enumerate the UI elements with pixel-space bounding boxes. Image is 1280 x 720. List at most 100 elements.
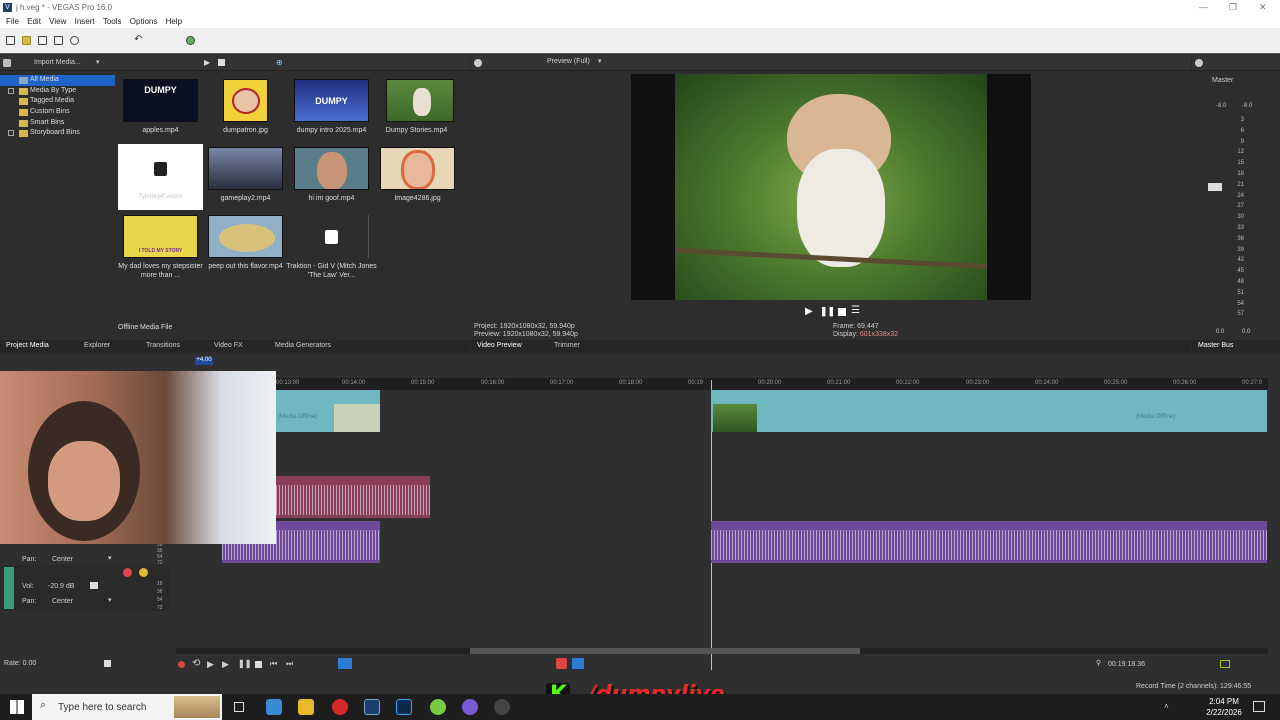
master-scale-tick: 27	[1237, 203, 1244, 210]
edge-icon[interactable]	[266, 699, 282, 715]
snapping-icon[interactable]	[572, 658, 584, 669]
play-icon[interactable]: ▶	[204, 58, 210, 67]
preview-quality-select[interactable]: Preview (Full)	[547, 58, 590, 65]
stop-icon[interactable]	[218, 59, 225, 66]
taskbar-clock[interactable]: 2:04 PM 2/22/2026	[1204, 696, 1244, 718]
loop-region-icon[interactable]	[1220, 660, 1230, 668]
bin-smart-bins[interactable]: Smart Bins	[0, 118, 115, 129]
normal-edit-tool-icon[interactable]	[338, 658, 352, 669]
vol-slider-handle[interactable]	[90, 582, 98, 589]
render-icon[interactable]	[186, 36, 195, 45]
media-thumb-image4286[interactable]	[380, 147, 455, 190]
undo-icon[interactable]: ↶	[134, 34, 143, 45]
tab-trimmer[interactable]: Trimmer	[554, 342, 580, 349]
open-folder-icon[interactable]	[22, 36, 31, 45]
ruler-tick: 00:14:00	[342, 380, 366, 386]
media-thumb-dumpatron[interactable]	[223, 79, 268, 122]
master-settings-gear-icon[interactable]	[1195, 59, 1203, 67]
media-thumb-peep-out[interactable]	[208, 215, 283, 258]
pause-icon[interactable]: ❚❚	[238, 659, 251, 668]
discord-icon[interactable]	[462, 699, 478, 715]
audio-clip-purple-right[interactable]	[711, 521, 1267, 563]
photoshop-icon[interactable]	[396, 699, 412, 715]
preview-menu-icon[interactable]: ☰	[851, 305, 860, 316]
obs-icon[interactable]	[494, 699, 510, 715]
timeline-ruler[interactable]: 00:13:00 00:14:00 00:15:00 00:16:00 00:1…	[276, 378, 1268, 390]
bin-storyboard-bins[interactable]: Storyboard Bins	[0, 128, 115, 139]
audio-clip-red[interactable]	[276, 476, 430, 518]
play-from-start-icon[interactable]: ▶	[207, 659, 214, 670]
mute-icon[interactable]	[123, 568, 132, 577]
save-icon[interactable]	[38, 36, 47, 45]
media-thumb-traktion[interactable]	[294, 215, 369, 258]
tab-transitions[interactable]: Transitions	[146, 342, 180, 349]
record-icon[interactable]	[178, 661, 185, 668]
menu-help[interactable]: Help	[166, 17, 182, 26]
chevron-down-icon[interactable]: ▾	[598, 57, 602, 65]
tab-explorer[interactable]: Explorer	[84, 342, 110, 349]
menu-file[interactable]: File	[6, 17, 19, 26]
preview-settings-gear-icon[interactable]	[474, 59, 482, 67]
bin-custom-bins[interactable]: Custom Bins	[0, 107, 115, 118]
menu-tools[interactable]: Tools	[103, 17, 122, 26]
bin-media-by-type[interactable]: Media By Type	[0, 86, 115, 97]
import-media-button[interactable]: Import Media...	[34, 59, 81, 66]
menu-insert[interactable]: Insert	[75, 17, 95, 26]
stop-icon[interactable]	[255, 661, 262, 668]
import-media-icon[interactable]	[3, 59, 11, 67]
expand-icon[interactable]	[8, 130, 14, 137]
timeline-scrollbar[interactable]	[176, 648, 1268, 654]
go-to-start-icon[interactable]: ⏮	[270, 659, 277, 669]
task-view-icon[interactable]	[234, 702, 244, 712]
tray-chevron-icon[interactable]: ˄	[1164, 702, 1169, 711]
media-thumb-dumpy-intro[interactable]: DUMPY	[294, 79, 369, 122]
taskbar-search-box[interactable]: ⌕ Type here to search	[32, 694, 222, 720]
notification-icon[interactable]	[1253, 701, 1265, 712]
scrollbar-thumb[interactable]	[470, 648, 860, 654]
media-thumb-webm[interactable]: Tyb49ig4f.webm	[118, 144, 203, 210]
video-clip-offline[interactable]: (Media Offline)	[276, 390, 380, 432]
media-thumb-apples[interactable]: DUMPY	[123, 79, 198, 122]
media-thumb-gameplay2[interactable]	[208, 147, 283, 190]
bin-tagged-media[interactable]: Tagged Media	[0, 96, 115, 107]
properties-gear-icon[interactable]	[70, 36, 79, 45]
tab-video-preview[interactable]: Video Preview	[477, 342, 522, 349]
bin-all-media[interactable]: All Media	[0, 75, 115, 86]
vegas-taskbar-icon[interactable]	[364, 699, 380, 715]
preview-stop-icon[interactable]	[838, 308, 846, 316]
app-green-icon[interactable]	[430, 699, 446, 715]
video-clip-main[interactable]: (Media Offline)	[711, 390, 1267, 432]
opera-icon[interactable]	[332, 699, 348, 715]
close-icon[interactable]: ✕	[1259, 2, 1267, 13]
save-as-icon[interactable]	[54, 36, 63, 45]
file-explorer-icon[interactable]	[298, 699, 314, 715]
windows-start-icon[interactable]	[10, 700, 24, 714]
zoom-icon[interactable]: ⊕	[276, 58, 283, 67]
play-icon[interactable]: ▶	[222, 659, 229, 670]
chevron-down-icon[interactable]: ▾	[96, 58, 100, 66]
tab-master-bus[interactable]: Master Bus	[1198, 342, 1233, 349]
loop-icon[interactable]: ⟲	[192, 658, 200, 669]
preview-play-icon[interactable]: ▶	[805, 306, 813, 317]
menu-view[interactable]: View	[49, 17, 66, 26]
tab-video-fx[interactable]: Video FX	[214, 342, 243, 349]
tab-project-media[interactable]: Project Media	[6, 342, 49, 349]
restore-icon[interactable]: ❐	[1229, 2, 1237, 13]
rate-slider-handle[interactable]	[104, 660, 111, 667]
media-thumb-dumpy-stories[interactable]	[386, 79, 454, 122]
pan-chevron-icon[interactable]: ▾	[108, 554, 112, 562]
new-project-icon[interactable]	[6, 36, 15, 45]
solo-icon[interactable]	[139, 568, 148, 577]
menu-edit[interactable]: Edit	[27, 17, 41, 26]
minimize-icon[interactable]: —	[1199, 2, 1208, 12]
pan-chevron-icon[interactable]: ▾	[108, 596, 112, 604]
master-fader-handle[interactable]	[1208, 183, 1222, 191]
media-thumb-hi-im-goof[interactable]	[294, 147, 369, 190]
expand-icon[interactable]	[8, 87, 14, 94]
preview-pause-icon[interactable]: ❚❚	[820, 306, 835, 317]
tab-media-generators[interactable]: Media Generators	[275, 342, 331, 349]
go-to-end-icon[interactable]: ⏭	[286, 659, 293, 669]
auto-ripple-icon[interactable]	[556, 658, 567, 669]
menu-options[interactable]: Options	[130, 17, 158, 26]
media-thumb-my-dad[interactable]: I TOLD MY STORY	[123, 215, 198, 258]
